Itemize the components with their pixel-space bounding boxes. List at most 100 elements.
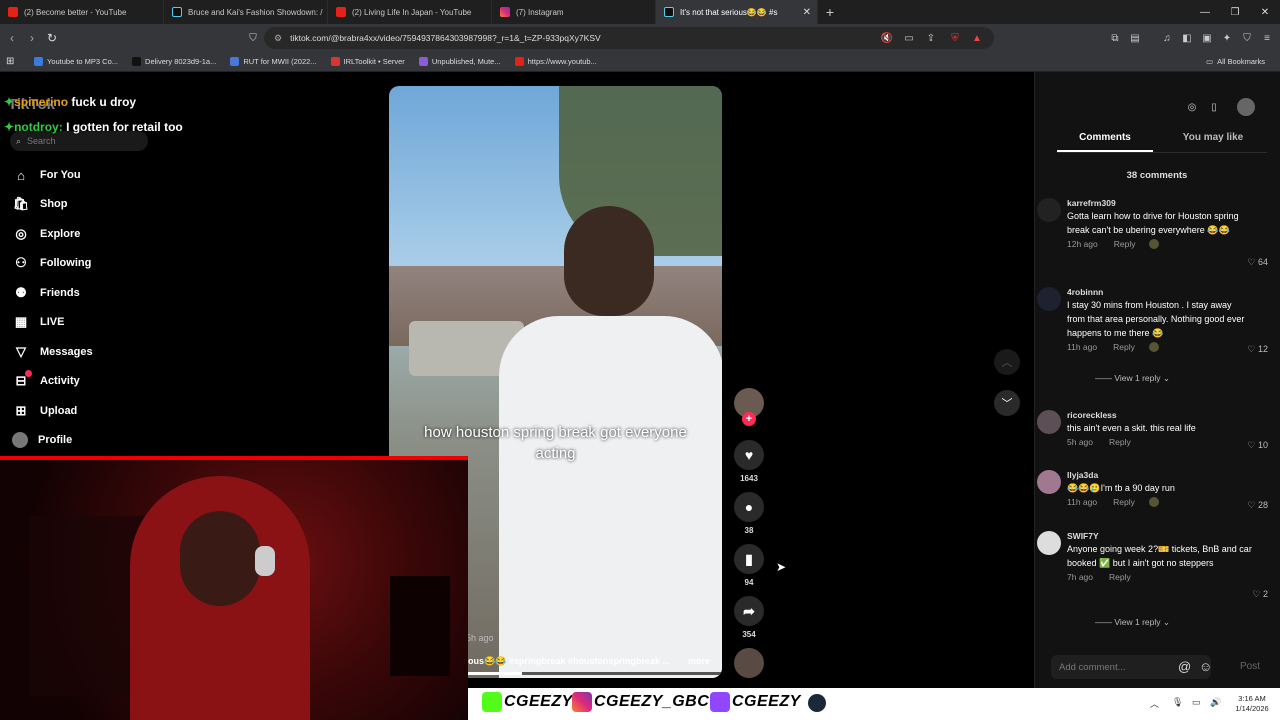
nav-for-you[interactable]: ⌂ For You bbox=[12, 164, 80, 186]
tab-tiktok-active[interactable]: It's not that serious😂😂 #s ✕ bbox=[656, 0, 818, 24]
nav-activity[interactable]: ⊟ Activity bbox=[12, 370, 80, 392]
follow-plus-icon[interactable]: + bbox=[742, 412, 756, 426]
emoji-icon[interactable]: ☺ bbox=[1199, 659, 1212, 674]
media-icon[interactable]: ♫ bbox=[1160, 31, 1174, 45]
comment-username[interactable]: SWIF7Y bbox=[1067, 531, 1272, 541]
reply-button[interactable]: Reply bbox=[1113, 497, 1135, 507]
bookmark-star-icon[interactable]: ⛉ bbox=[246, 31, 260, 45]
reload-icon[interactable]: ↻ bbox=[42, 31, 62, 45]
bookmark-item[interactable]: Delivery 8023d9-1a... bbox=[132, 57, 216, 66]
rewards-icon[interactable]: ▲ bbox=[970, 31, 984, 45]
bookmark-item[interactable]: https://www.youtub... bbox=[514, 57, 597, 66]
tab-tiktok-fashion[interactable]: Bruce and Kai's Fashion Showdown: / bbox=[164, 0, 328, 24]
avatar[interactable] bbox=[1037, 287, 1061, 311]
wallet-icon[interactable]: ▣ bbox=[1200, 31, 1214, 45]
nav-following[interactable]: ⚇ Following bbox=[12, 252, 91, 274]
reply-button[interactable]: Reply bbox=[1109, 572, 1131, 582]
bookmark-item[interactable]: Youtube to MP3 Co... bbox=[34, 57, 118, 66]
nav-friends[interactable]: ⚉ Friends bbox=[12, 282, 80, 304]
next-video-button[interactable]: ﹀ bbox=[994, 390, 1020, 416]
save-button[interactable]: ▮ 94 bbox=[733, 544, 765, 587]
reply-button[interactable]: Reply bbox=[1114, 239, 1136, 249]
like-button[interactable]: ♥ 1643 bbox=[733, 440, 765, 483]
display-icon[interactable]: ▭ bbox=[1192, 697, 1201, 708]
close-tab-icon[interactable]: ✕ bbox=[803, 7, 811, 18]
apps-icon[interactable]: ⊞ bbox=[6, 56, 22, 67]
comment-username[interactable]: 4robinnn bbox=[1067, 287, 1272, 297]
nav-messages[interactable]: ▽ Messages bbox=[12, 341, 93, 363]
avatar[interactable] bbox=[1037, 470, 1061, 494]
reading-list-icon[interactable]: ▤ bbox=[1128, 31, 1142, 45]
share-icon[interactable]: ⇪ bbox=[924, 31, 938, 45]
vpn-icon[interactable]: ⛉ bbox=[1240, 31, 1254, 45]
forward-icon[interactable]: › bbox=[22, 31, 42, 45]
tab-youtube-japan[interactable]: (2) Living Life In Japan - YouTube bbox=[328, 0, 492, 24]
avatar[interactable] bbox=[1037, 410, 1061, 434]
avatar[interactable] bbox=[1037, 198, 1061, 222]
brave-shield-icon[interactable]: ⛨ bbox=[948, 31, 962, 45]
comment-username[interactable]: ricoreckless bbox=[1067, 410, 1272, 420]
comment-like[interactable]: ♡ 28 bbox=[1247, 500, 1268, 511]
minimize-button[interactable]: — bbox=[1190, 0, 1220, 24]
maximize-button[interactable]: ❐ bbox=[1220, 0, 1250, 24]
menu-icon[interactable]: ≡ bbox=[1260, 31, 1274, 45]
tab-comments[interactable]: Comments bbox=[1057, 132, 1153, 143]
comment-like[interactable]: ♡ 64 bbox=[1247, 257, 1268, 268]
tab-title: (7) Instagram bbox=[516, 7, 564, 17]
search-placeholder: Search bbox=[27, 136, 56, 146]
microphone-icon[interactable]: 🎙 bbox=[1172, 697, 1183, 708]
new-tab-button[interactable]: + bbox=[818, 4, 842, 20]
comment-username[interactable]: Ilyja3da bbox=[1067, 470, 1272, 480]
reply-button[interactable]: Reply bbox=[1109, 437, 1131, 447]
nav-live[interactable]: ▦ LIVE bbox=[12, 311, 65, 333]
comment-button[interactable]: ● 38 bbox=[733, 492, 765, 535]
extensions-icon[interactable]: ⧉ bbox=[1108, 31, 1122, 45]
system-clock[interactable]: 3:16 AM 1/14/2026 bbox=[1228, 694, 1276, 714]
avatar[interactable] bbox=[1237, 98, 1255, 116]
reply-button[interactable]: Reply bbox=[1113, 342, 1135, 352]
view-replies-button[interactable]: —— View 1 reply ⌄ bbox=[1095, 373, 1170, 384]
bookmark-item[interactable]: Unpublished, Mute... bbox=[418, 57, 501, 66]
nav-profile[interactable]: Profile bbox=[12, 429, 72, 451]
mute-icon[interactable]: 🔇 bbox=[880, 31, 894, 45]
creator-avatar-button[interactable]: + bbox=[733, 388, 765, 426]
chat-username: notdroy: bbox=[14, 120, 63, 134]
view-replies-button[interactable]: —— View 1 reply ⌄ bbox=[1095, 617, 1170, 628]
back-icon[interactable]: ‹ bbox=[2, 31, 22, 45]
nav-explore[interactable]: ◎ Explore bbox=[12, 223, 80, 245]
volume-icon[interactable]: 🔊 bbox=[1210, 697, 1221, 708]
steam-icon[interactable] bbox=[808, 694, 826, 712]
tab-you-may-like[interactable]: You may like bbox=[1165, 132, 1261, 143]
search-input[interactable]: ⌕ Search bbox=[10, 131, 148, 151]
bookmark-item[interactable]: IRLToolkit • Server bbox=[330, 57, 405, 66]
comment-like[interactable]: ♡ 12 bbox=[1247, 344, 1268, 355]
pip-icon[interactable]: ▭ bbox=[902, 31, 916, 45]
tray-chevron-icon[interactable]: ︿ bbox=[1150, 697, 1159, 710]
post-button[interactable]: Post bbox=[1240, 661, 1260, 672]
heart-outline-icon: ♡ bbox=[1247, 257, 1256, 267]
bookmark-item[interactable]: RUT for MWII (2022... bbox=[230, 57, 317, 66]
comment-text: Gotta learn how to drive for Houston spr… bbox=[1067, 211, 1239, 235]
music-disc-button[interactable] bbox=[733, 648, 765, 682]
comment-like[interactable]: ♡ 2 bbox=[1252, 589, 1268, 600]
site-info-icon[interactable]: ⚙ bbox=[274, 33, 282, 44]
comment-like[interactable]: ♡ 10 bbox=[1247, 440, 1268, 451]
coin-icon[interactable]: ◎ bbox=[1185, 100, 1199, 114]
address-bar[interactable]: ⚙ tiktok.com/@brabra4xx/video/7594937864… bbox=[264, 27, 994, 49]
leo-icon[interactable]: ✦ bbox=[1220, 31, 1234, 45]
nav-upload[interactable]: ⊞ Upload bbox=[12, 400, 78, 422]
mention-icon[interactable]: @ bbox=[1178, 659, 1191, 674]
sidebar-icon[interactable]: ◧ bbox=[1180, 31, 1194, 45]
all-bookmarks[interactable]: ▭ All Bookmarks bbox=[1206, 57, 1265, 66]
tab-youtube-become-better[interactable]: (2) Become better - YouTube bbox=[0, 0, 164, 24]
previous-video-button[interactable]: ︿ bbox=[994, 349, 1020, 375]
comment-username[interactable]: karrefrm309 bbox=[1067, 198, 1272, 208]
device-icon[interactable]: ▯ bbox=[1207, 100, 1221, 114]
close-window-button[interactable]: ✕ bbox=[1250, 0, 1280, 24]
chevron-down-icon: ﹀ bbox=[1001, 398, 1013, 410]
nav-shop[interactable]: 🛍 Shop bbox=[12, 193, 68, 215]
tab-instagram[interactable]: (7) Instagram bbox=[492, 0, 656, 24]
share-button[interactable]: ➦ 354 bbox=[733, 596, 765, 639]
avatar[interactable] bbox=[1037, 531, 1061, 555]
more-link[interactable]: more bbox=[688, 656, 710, 666]
